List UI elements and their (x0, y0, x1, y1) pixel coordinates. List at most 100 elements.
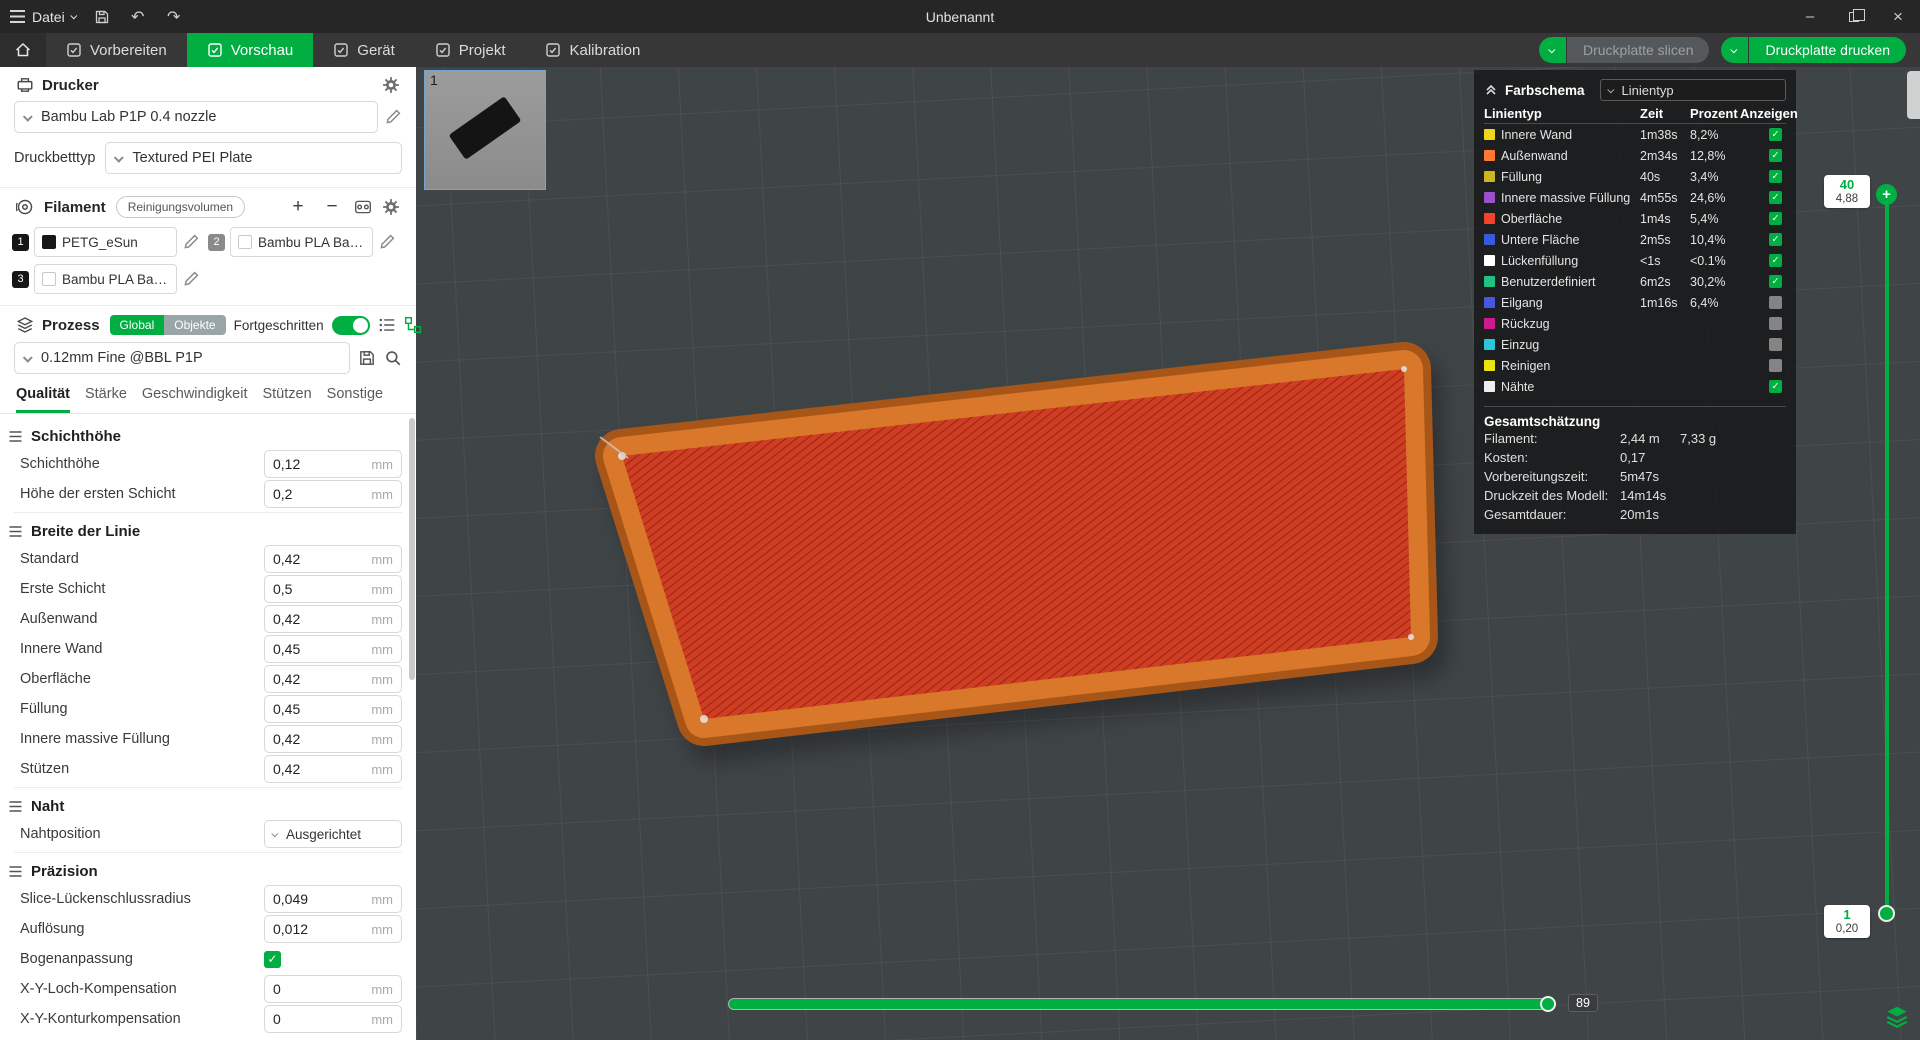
linetype-visibility-checkbox[interactable] (1769, 317, 1782, 330)
filament-select[interactable]: Bambu PLA Basic (230, 227, 373, 257)
layer-slider-add-button[interactable]: + (1876, 184, 1897, 205)
filament-settings-gear-icon[interactable] (382, 198, 400, 216)
collapse-panel-handle[interactable] (1907, 71, 1920, 119)
setting-input[interactable]: 0 mm (264, 1005, 402, 1033)
linetype-visibility-checkbox[interactable]: ✓ (1769, 128, 1782, 141)
parameter-tree-icon[interactable] (404, 316, 422, 334)
setting-row: Innere Wand 0,45 mm (14, 634, 402, 664)
ams-icon[interactable] (354, 198, 372, 216)
scope-objects-button[interactable]: Objekte (164, 315, 226, 335)
tab-gerät[interactable]: Gerät (313, 33, 415, 67)
slice-dropdown-button[interactable] (1538, 37, 1566, 63)
setting-checkbox[interactable]: ✓ (264, 950, 281, 968)
setting-select[interactable]: Ausgerichtet (264, 820, 402, 848)
edit-filament-icon[interactable] (182, 270, 200, 288)
parameter-list-icon[interactable] (378, 316, 396, 334)
linetype-visibility-checkbox[interactable]: ✓ (1769, 170, 1782, 183)
maximize-button[interactable] (1832, 0, 1876, 33)
process-tab[interactable]: Qualität (16, 378, 70, 413)
linetype-color-swatch (1484, 192, 1495, 203)
bed-type-select[interactable]: Textured PEI Plate (105, 142, 402, 174)
tab-vorschau[interactable]: Vorschau (186, 33, 314, 67)
process-tab[interactable]: Stützen (262, 378, 311, 413)
sidebar-scrollbar[interactable] (409, 418, 415, 680)
home-tab[interactable] (0, 33, 46, 67)
setting-label: Oberfläche (20, 671, 91, 687)
setting-select-value: Ausgerichtet (286, 826, 362, 842)
collapse-chevrons-icon[interactable] (1484, 83, 1498, 97)
layers-view-icon[interactable] (1884, 1004, 1910, 1030)
printer-name: Bambu Lab P1P 0.4 nozzle (41, 109, 217, 125)
setting-input[interactable]: 0,049 mm (264, 885, 402, 913)
linetype-visibility-checkbox[interactable] (1769, 359, 1782, 372)
save-preset-icon[interactable] (358, 349, 376, 367)
setting-input[interactable]: 0,2 mm (264, 480, 402, 508)
save-button[interactable] (91, 6, 113, 28)
linetype-visibility-checkbox[interactable]: ✓ (1769, 380, 1782, 393)
tab-kalibration[interactable]: Kalibration (525, 33, 660, 67)
redo-button[interactable]: ↷ (163, 6, 185, 28)
move-slider-handle[interactable] (1540, 996, 1556, 1012)
setting-unit: mm (371, 701, 393, 717)
color-scheme-select[interactable]: Linientyp (1599, 79, 1786, 101)
process-tab[interactable]: Geschwindigkeit (142, 378, 248, 413)
plate-thumbnail[interactable]: 1 (424, 70, 546, 190)
process-tab[interactable]: Stärke (85, 378, 127, 413)
process-preset-select[interactable]: 0.12mm Fine @BBL P1P (14, 342, 350, 374)
tab-projekt[interactable]: Projekt (415, 33, 526, 67)
setting-label: X-Y-Loch-Kompensation (20, 981, 177, 997)
setting-input[interactable]: 0,42 mm (264, 725, 402, 753)
3d-viewport[interactable]: 1 Farbschema Linientyp Linientyp Zeit Pr… (416, 67, 1920, 1040)
slice-plate-button[interactable]: Druckplatte slicen (1566, 37, 1710, 63)
search-icon[interactable] (384, 349, 402, 367)
layer-slider-track[interactable] (1885, 195, 1889, 917)
flush-volumes-button[interactable]: Reinigungsvolumen (115, 196, 246, 218)
process-tab[interactable]: Sonstige (327, 378, 383, 413)
setting-input[interactable]: 0,42 mm (264, 545, 402, 573)
setting-input[interactable]: 0,42 mm (264, 665, 402, 693)
linetype-visibility-checkbox[interactable]: ✓ (1769, 149, 1782, 162)
setting-unit: mm (371, 891, 393, 907)
linetype-visibility-checkbox[interactable]: ✓ (1769, 191, 1782, 204)
legend-rows: Innere Wand 1m38s 8,2% ✓ Außenwand 2m34s… (1484, 124, 1786, 397)
linetype-visibility-checkbox[interactable] (1769, 296, 1782, 309)
setting-input[interactable]: 0,42 mm (264, 605, 402, 633)
linetype-percent: 24,6% (1690, 190, 1726, 205)
add-filament-button[interactable]: + (286, 195, 310, 219)
tab-vorbereiten[interactable]: Vorbereiten (46, 33, 187, 67)
printer-select[interactable]: Bambu Lab P1P 0.4 nozzle (14, 101, 378, 133)
setting-input[interactable]: 0,012 mm (264, 915, 402, 943)
setting-input[interactable]: 0 mm (264, 975, 402, 1003)
file-menu-button[interactable]: Datei (10, 9, 78, 25)
print-plate-button[interactable]: Druckplatte drucken (1749, 37, 1906, 63)
main-tab-label: Gerät (357, 41, 395, 59)
filament-select[interactable]: PETG_eSun (34, 227, 177, 257)
bed-type-label: Druckbetttyp (14, 150, 96, 166)
setting-input[interactable]: 0,5 mm (264, 575, 402, 603)
col-time: Zeit (1640, 105, 1664, 121)
edit-printer-icon[interactable] (384, 108, 402, 126)
setting-input[interactable]: 0,45 mm (264, 635, 402, 663)
edit-filament-icon[interactable] (182, 233, 200, 251)
layer-slider-handle[interactable] (1878, 905, 1895, 922)
close-button[interactable]: × (1876, 0, 1920, 33)
undo-button[interactable]: ↶ (127, 6, 149, 28)
move-slider-track[interactable] (729, 999, 1555, 1009)
minimize-button[interactable]: – (1788, 0, 1832, 33)
setting-input[interactable]: 0,12 mm (264, 450, 402, 478)
linetype-visibility-checkbox[interactable]: ✓ (1769, 275, 1782, 288)
filament-select[interactable]: Bambu PLA Basic (34, 264, 177, 294)
printer-settings-gear-icon[interactable] (382, 76, 400, 94)
linetype-visibility-checkbox[interactable]: ✓ (1769, 212, 1782, 225)
advanced-toggle[interactable] (331, 315, 370, 335)
edit-filament-icon[interactable] (378, 233, 396, 251)
linetype-visibility-checkbox[interactable]: ✓ (1769, 254, 1782, 267)
linetype-visibility-checkbox[interactable] (1769, 338, 1782, 351)
setting-input[interactable]: 0,42 mm (264, 755, 402, 783)
linetype-visibility-checkbox[interactable]: ✓ (1769, 233, 1782, 246)
setting-input[interactable]: 0,45 mm (264, 695, 402, 723)
remove-filament-button[interactable]: − (320, 195, 344, 219)
scope-global-button[interactable]: Global (109, 315, 165, 335)
setting-row: Stützen 0,42 mm (14, 754, 402, 784)
print-dropdown-button[interactable] (1721, 37, 1749, 63)
